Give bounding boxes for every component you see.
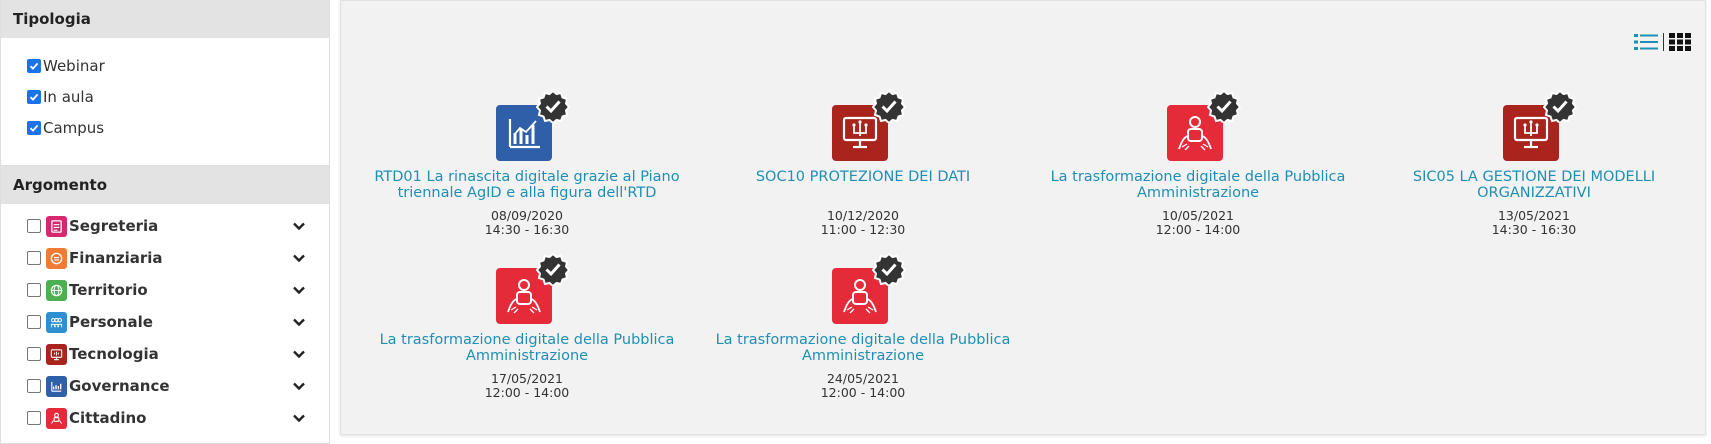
globe-icon: [46, 279, 67, 301]
course-icon-wrapper: [496, 252, 570, 324]
grid-view-icon[interactable]: [1669, 33, 1691, 51]
argomento-item-territorio[interactable]: Territorio: [27, 274, 329, 306]
course-card[interactable]: La trasformazione digitale della Pubblic…: [695, 252, 1031, 400]
course-time: 12:00 - 14:00: [484, 385, 570, 400]
argomento-item-segreteria[interactable]: Segreteria: [27, 210, 329, 242]
argomento-item-personale[interactable]: Personale: [27, 306, 329, 338]
course-grid-area: RTD01 La rinascita digitale grazie al Pi…: [340, 0, 1706, 435]
chevron-down-icon[interactable]: [291, 346, 307, 362]
chevron-down-icon[interactable]: [291, 410, 307, 426]
course-date: 08/09/2020: [490, 208, 564, 223]
in-aula-label: In aula: [43, 87, 94, 106]
course-date: 10/05/2021: [1161, 208, 1235, 223]
course-time: 12:00 - 14:00: [820, 385, 906, 400]
view-toggle-separator: [1663, 33, 1664, 51]
course-card[interactable]: La trasformazione digitale della Pubblic…: [359, 252, 695, 400]
verified-badge-icon: [536, 252, 570, 286]
chevron-down-icon[interactable]: [291, 282, 307, 298]
webinar-checkbox[interactable]: [27, 58, 41, 73]
segreteria-label: Segreteria: [69, 217, 159, 235]
territorio-checkbox[interactable]: [27, 283, 41, 297]
course-title-link[interactable]: La trasformazione digitale della Pubblic…: [359, 332, 695, 364]
list-view-icon[interactable]: [1634, 33, 1658, 51]
citizen-icon: [46, 407, 67, 429]
course-time: 11:00 - 12:30: [820, 222, 906, 237]
verified-badge-icon: [1543, 89, 1577, 123]
in-aula-checkbox[interactable]: [27, 89, 41, 104]
tecnologia-checkbox[interactable]: [27, 347, 41, 361]
segreteria-checkbox[interactable]: [27, 219, 41, 233]
argomento-item-cittadino[interactable]: Cittadino: [27, 402, 329, 434]
chevron-down-icon[interactable]: [291, 314, 307, 330]
course-icon-wrapper: [496, 89, 570, 161]
tipologia-options: Webinar In aula Campus: [1, 38, 329, 165]
course-icon-wrapper: [1503, 89, 1577, 161]
course-time: 12:00 - 14:00: [1155, 222, 1241, 237]
course-icon-wrapper: [832, 252, 906, 324]
tecnologia-label: Tecnologia: [69, 345, 159, 363]
chevron-down-icon[interactable]: [291, 378, 307, 394]
argomento-item-tecnologia[interactable]: Tecnologia: [27, 338, 329, 370]
course-title-link[interactable]: RTD01 La rinascita digitale grazie al Pi…: [359, 169, 695, 201]
webinar-label: Webinar: [43, 56, 105, 75]
argomento-panel: Argomento Segreteria Finanziaria Territo…: [0, 166, 330, 444]
argomento-options: Segreteria Finanziaria Territorio Person…: [1, 204, 329, 443]
personale-label: Personale: [69, 313, 153, 331]
course-card[interactable]: La trasformazione digitale della Pubblic…: [1030, 89, 1366, 237]
tipologia-panel: Tipologia Webinar In aula Campus: [0, 0, 330, 166]
finanziaria-checkbox[interactable]: [27, 251, 41, 265]
course-time: 14:30 - 16:30: [484, 222, 570, 237]
verified-badge-icon: [1207, 89, 1241, 123]
course-title-link[interactable]: SOC10 PROTEZIONE DEI DATI: [695, 169, 1031, 201]
campus-checkbox[interactable]: [27, 120, 41, 135]
course-card[interactable]: SIC05 LA GESTIONE DEI MODELLI ORGANIZZAT…: [1366, 89, 1702, 237]
argomento-item-finanziaria[interactable]: Finanziaria: [27, 242, 329, 274]
people-icon: [46, 311, 67, 333]
verified-badge-icon: [536, 89, 570, 123]
cittadino-checkbox[interactable]: [27, 411, 41, 425]
governance-label: Governance: [69, 377, 170, 395]
course-icon-wrapper: [1167, 89, 1241, 161]
monitor-icon: [46, 343, 67, 365]
tipologia-header: Tipologia: [1, 0, 329, 38]
verified-badge-icon: [872, 252, 906, 286]
course-title-link[interactable]: La trasformazione digitale della Pubblic…: [1030, 169, 1366, 201]
course-time: 14:30 - 16:30: [1491, 222, 1577, 237]
coins-icon: [46, 247, 67, 269]
filter-in-aula[interactable]: In aula: [27, 81, 329, 112]
course-title-link[interactable]: SIC05 LA GESTIONE DEI MODELLI ORGANIZZAT…: [1366, 169, 1702, 201]
finanziaria-label: Finanziaria: [69, 249, 163, 267]
filter-webinar[interactable]: Webinar: [27, 50, 329, 81]
verified-badge-icon: [872, 89, 906, 123]
course-card[interactable]: SOC10 PROTEZIONE DEI DATI 10/12/2020 11:…: [695, 89, 1031, 237]
course-date: 17/05/2021: [490, 371, 564, 386]
cittadino-label: Cittadino: [69, 409, 147, 427]
chevron-down-icon[interactable]: [291, 250, 307, 266]
governance-checkbox[interactable]: [27, 379, 41, 393]
personale-checkbox[interactable]: [27, 315, 41, 329]
argomento-item-governance[interactable]: Governance: [27, 370, 329, 402]
course-title-link[interactable]: La trasformazione digitale della Pubblic…: [695, 332, 1031, 364]
view-toggle: [1634, 33, 1691, 51]
campus-label: Campus: [43, 118, 105, 137]
chart-icon: [46, 375, 67, 397]
course-date: 10/12/2020: [826, 208, 900, 223]
filter-sidebar: Tipologia Webinar In aula Campus Argomen…: [0, 0, 330, 444]
document-icon: [46, 215, 67, 237]
filter-campus[interactable]: Campus: [27, 112, 329, 143]
course-date: 13/05/2021: [1497, 208, 1571, 223]
chevron-down-icon[interactable]: [291, 218, 307, 234]
argomento-header: Argomento: [1, 166, 329, 204]
course-icon-wrapper: [832, 89, 906, 161]
course-date: 24/05/2021: [826, 371, 900, 386]
course-card[interactable]: RTD01 La rinascita digitale grazie al Pi…: [359, 89, 695, 237]
territorio-label: Territorio: [69, 281, 148, 299]
